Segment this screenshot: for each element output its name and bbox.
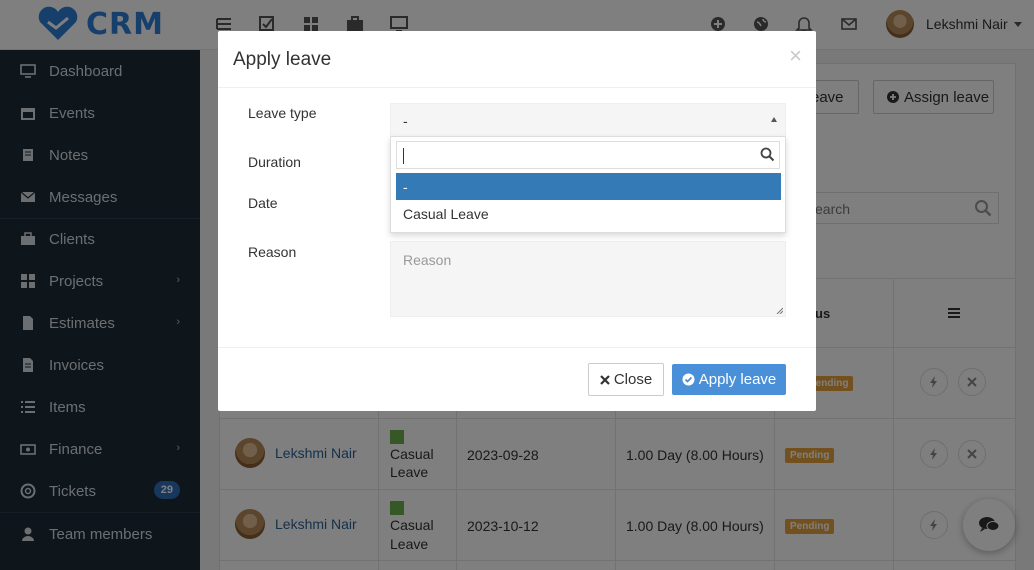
leave-type-label: Leave type	[248, 105, 317, 121]
duration-label: Duration	[248, 154, 301, 170]
reason-textarea[interactable]: Reason	[390, 241, 786, 317]
resize-handle-icon[interactable]	[775, 306, 783, 314]
apply-leave-modal: Apply leave × Leave type Duration Date R…	[218, 31, 816, 411]
leave-type-select[interactable]: -	[390, 103, 786, 137]
reason-placeholder: Reason	[403, 252, 452, 268]
date-label: Date	[248, 195, 278, 211]
modal-header-divider	[218, 87, 816, 88]
modal-footer-divider	[218, 347, 816, 348]
close-icon[interactable]: ×	[789, 45, 802, 67]
dropdown-option[interactable]: -	[396, 173, 781, 200]
search-icon	[760, 147, 775, 162]
close-icon	[600, 374, 610, 385]
apply-leave-submit-button[interactable]: Apply leave	[672, 364, 786, 395]
apply-leave-label: Apply leave	[698, 371, 777, 388]
dropdown-search-input[interactable]	[396, 141, 780, 169]
close-button[interactable]: Close	[588, 363, 664, 396]
modal-title: Apply leave	[233, 49, 332, 70]
chevron-up-icon	[771, 117, 777, 122]
reason-label: Reason	[248, 244, 297, 260]
leave-type-selected-value: -	[403, 113, 408, 129]
close-button-label: Close	[613, 371, 653, 388]
text-cursor	[403, 148, 404, 164]
dropdown-option[interactable]: Casual Leave	[396, 200, 781, 227]
leave-type-dropdown: - Casual Leave	[390, 136, 786, 233]
check-circle-icon	[682, 373, 695, 386]
